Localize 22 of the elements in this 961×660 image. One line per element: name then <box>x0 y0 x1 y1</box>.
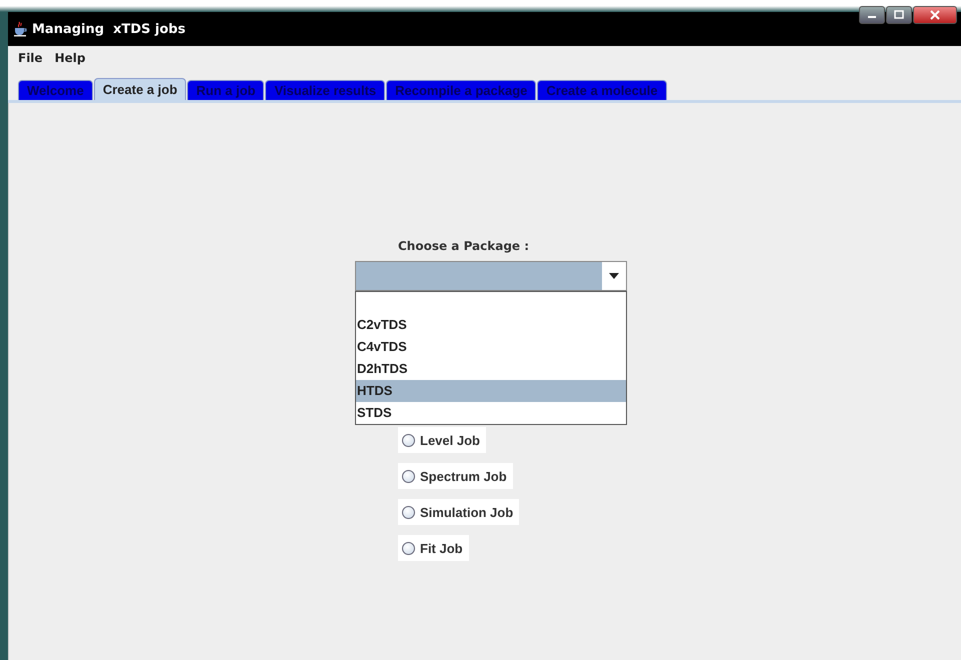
package-dropdown[interactable] <box>355 261 627 291</box>
radio-button[interactable]: Simulation Job <box>398 499 520 525</box>
minimize-button[interactable] <box>859 6 885 24</box>
menu-item[interactable]: File <box>18 51 43 65</box>
radio-button[interactable]: Level Job <box>398 427 486 453</box>
maximize-button[interactable] <box>886 6 912 24</box>
dropdown-option[interactable]: STDS <box>356 402 626 424</box>
radio-button[interactable]: Spectrum Job <box>398 463 513 489</box>
dropdown-option[interactable]: C2vTDS <box>356 314 626 336</box>
coffee-cup-icon <box>12 21 28 37</box>
radio-button[interactable]: Fit Job <box>398 535 469 561</box>
dropdown-option[interactable]: HTDS <box>356 380 626 402</box>
dropdown-option[interactable]: C4vTDS <box>356 336 626 358</box>
close-button[interactable] <box>913 6 957 24</box>
package-label: Choose a Package : <box>398 239 530 255</box>
menu-item[interactable]: Help <box>54 51 86 65</box>
close-icon <box>929 10 941 20</box>
maximize-icon <box>893 10 905 20</box>
caret-icon <box>609 273 619 279</box>
tab[interactable]: Create a job <box>94 78 186 100</box>
window-title: Managing xTDS jobs <box>32 22 186 36</box>
dropdown-option[interactable]: D2hTDS <box>356 358 626 380</box>
